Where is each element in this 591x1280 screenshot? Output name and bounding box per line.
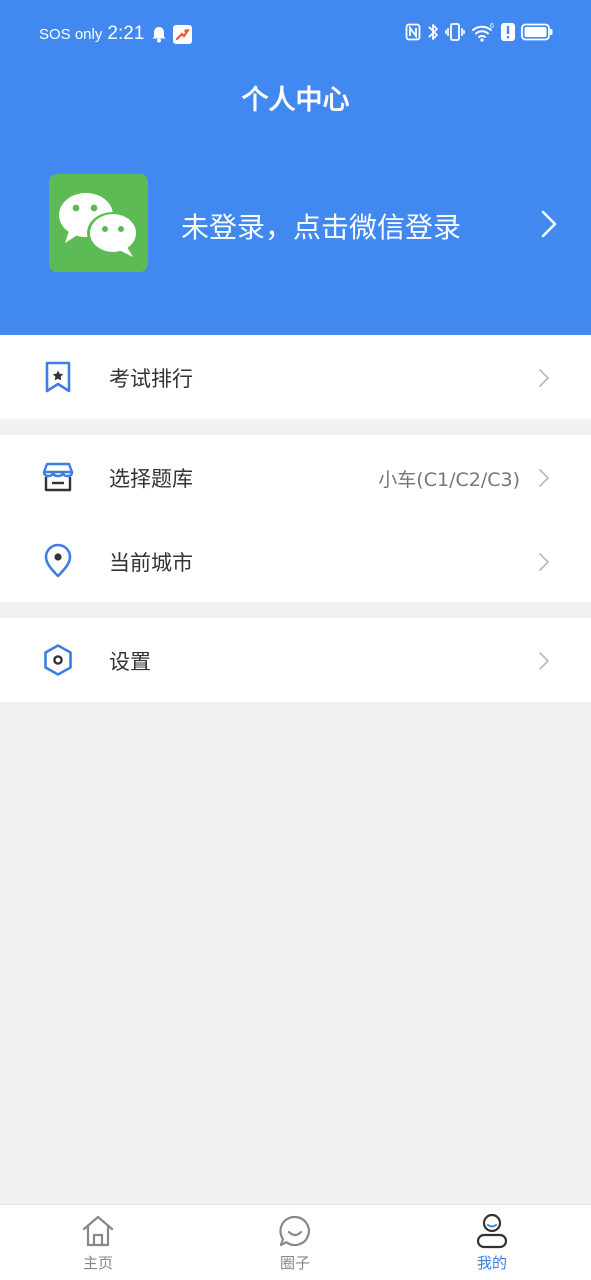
- bottom-tab-bar: 主页 圈子 我的: [0, 1204, 591, 1280]
- alert-icon: [501, 23, 515, 45]
- home-icon: [81, 1213, 115, 1249]
- tab-label-home: 主页: [82, 1254, 113, 1272]
- status-right: 6: [405, 22, 553, 46]
- tab-mine[interactable]: 我的: [432, 1205, 552, 1280]
- header-area: SOS only 2:21 6 个人中心 未登录，点击微信登录: [0, 0, 591, 335]
- clock-time: 2:21: [107, 23, 145, 44]
- nfc-icon: [405, 23, 421, 45]
- menu-label-exam-ranking: 考试排行: [109, 367, 193, 391]
- menu-item-question-bank[interactable]: 选择题库 小车(C1/C2/C3): [0, 435, 591, 519]
- app-notification-icon: [173, 24, 193, 44]
- wifi-icon: 6: [471, 22, 495, 46]
- menu-label-current-city: 当前城市: [109, 551, 193, 575]
- svg-text:6: 6: [490, 23, 494, 30]
- menu-item-settings[interactable]: 设置: [0, 618, 591, 702]
- bluetooth-icon: [427, 22, 439, 46]
- chevron-right-icon: [538, 468, 550, 492]
- bell-icon: [151, 26, 167, 43]
- card-exam-ranking: 考试排行: [0, 335, 591, 419]
- tab-label-mine: 我的: [476, 1254, 507, 1272]
- card-preferences: 选择题库 小车(C1/C2/C3) 当前城市: [0, 435, 591, 602]
- chevron-right-icon: [540, 210, 558, 242]
- status-bar: SOS only 2:21 6: [0, 0, 591, 66]
- menu-item-exam-ranking[interactable]: 考试排行: [0, 335, 591, 419]
- status-left: SOS only 2:21: [39, 22, 193, 46]
- menu-label-question-bank: 选择题库: [109, 467, 193, 491]
- user-icon: [475, 1213, 509, 1249]
- question-bank-value: 小车(C1/C2/C3): [378, 469, 520, 491]
- vibrate-icon: [445, 22, 465, 46]
- chevron-right-icon: [538, 552, 550, 576]
- menu-item-current-city[interactable]: 当前城市: [0, 519, 591, 603]
- wechat-icon: [49, 174, 148, 272]
- wechat-login-row[interactable]: 未登录，点击微信登录: [0, 170, 591, 276]
- store-icon: [40, 459, 76, 495]
- carrier-text: SOS only: [39, 25, 103, 43]
- chevron-right-icon: [538, 651, 550, 675]
- card-settings: 设置: [0, 618, 591, 702]
- bookmark-star-icon: [40, 359, 76, 395]
- location-pin-icon: [40, 543, 76, 579]
- page-title: 个人中心: [241, 85, 350, 116]
- tab-circle[interactable]: 圈子: [235, 1205, 355, 1280]
- chevron-right-icon: [538, 368, 550, 392]
- tab-label-circle: 圈子: [279, 1254, 310, 1272]
- hexagon-settings-icon: [40, 642, 76, 678]
- login-prompt-text: 未登录，点击微信登录: [181, 211, 462, 244]
- tab-home[interactable]: 主页: [38, 1205, 158, 1280]
- menu-label-settings: 设置: [109, 650, 151, 674]
- battery-icon: [521, 23, 553, 45]
- chat-bubble-icon: [278, 1213, 312, 1249]
